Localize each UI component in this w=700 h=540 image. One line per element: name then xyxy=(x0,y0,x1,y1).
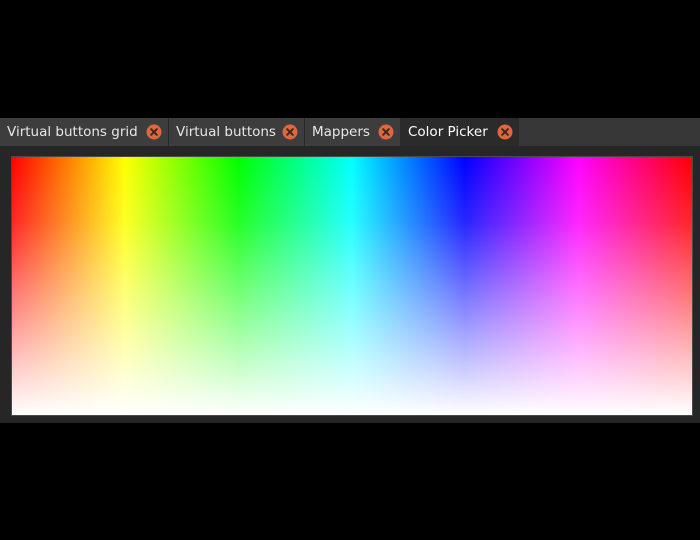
tab-label: Mappers xyxy=(312,124,370,140)
color-picker-panel: Virtual buttons grid Virtual buttons Map… xyxy=(0,118,700,423)
tab-label: Color Picker xyxy=(408,124,488,140)
tab-color-picker[interactable]: Color Picker xyxy=(401,118,519,146)
close-circle-icon[interactable] xyxy=(497,124,513,140)
close-circle-icon[interactable] xyxy=(282,124,298,140)
color-spectrum-area[interactable] xyxy=(11,156,693,416)
tab-label: Virtual buttons xyxy=(176,124,276,140)
tab-strip: Virtual buttons grid Virtual buttons Map… xyxy=(0,118,700,146)
close-circle-icon[interactable] xyxy=(378,124,394,140)
tab-virtual-buttons[interactable]: Virtual buttons xyxy=(169,118,305,146)
close-circle-icon[interactable] xyxy=(146,124,162,140)
tab-label: Virtual buttons grid xyxy=(7,124,138,140)
tab-virtual-buttons-grid[interactable]: Virtual buttons grid xyxy=(0,118,169,146)
tab-mappers[interactable]: Mappers xyxy=(305,118,401,146)
